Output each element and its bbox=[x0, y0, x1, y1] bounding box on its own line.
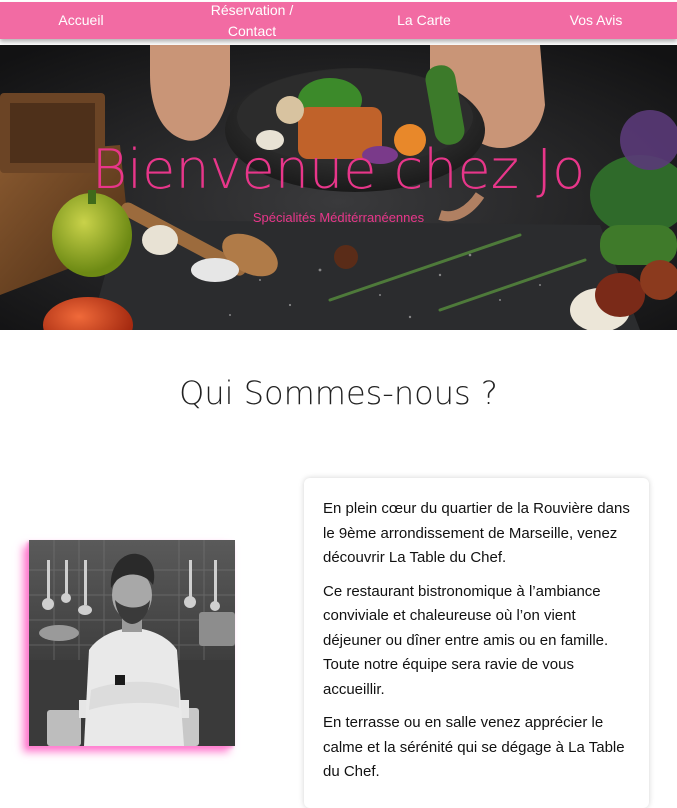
nav-link-vos-avis[interactable]: Vos Avis bbox=[548, 2, 644, 39]
nav-link-la-carte[interactable]: La Carte bbox=[380, 2, 468, 39]
about-paragraph-2: Ce restaurant bistronomique à l’ambiance… bbox=[323, 582, 609, 698]
chef-photo-illustration bbox=[29, 540, 235, 746]
main-navbar: Accueil Réservation / Contact La Carte V… bbox=[0, 2, 677, 39]
about-paragraph-1: En plein cœur du quartier de la Rouvière… bbox=[323, 500, 630, 566]
hero-title: Bienvenue chez Jo bbox=[91, 138, 586, 201]
hero-subtitle: Spécialités Méditérranéennes bbox=[252, 210, 425, 225]
chef-photo bbox=[29, 540, 235, 746]
hero-banner: Bienvenue chez Jo Spécialités Méditérran… bbox=[0, 45, 677, 330]
nav-link-accueil[interactable]: Accueil bbox=[40, 2, 122, 39]
nav-link-reservation-contact[interactable]: Réservation / Contact bbox=[200, 0, 304, 47]
section-title-qui-sommes-nous: Qui Sommes-nous ? bbox=[179, 374, 498, 412]
about-text-card: En plein cœur du quartier de la Rouvière… bbox=[304, 478, 649, 808]
about-paragraph-3: En terrasse ou en salle venez apprécier … bbox=[323, 714, 625, 780]
